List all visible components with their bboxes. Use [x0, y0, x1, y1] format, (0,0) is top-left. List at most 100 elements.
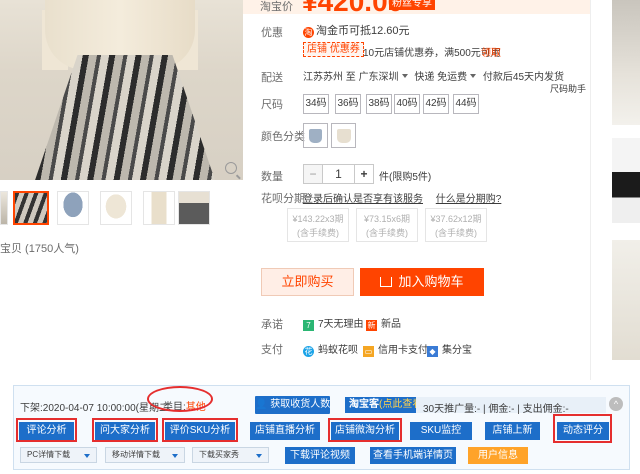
buyer-show-download-select[interactable]: 下载买家秀 — [192, 447, 269, 463]
select-label: PC详情下载 — [27, 450, 71, 459]
delivery-label: 配送 — [261, 72, 283, 84]
promise-item: 新品 — [381, 319, 401, 330]
thumbnail[interactable] — [0, 191, 8, 225]
quantity-plus-button[interactable]: + — [354, 164, 374, 184]
installment-label: 花呗分期 — [261, 193, 305, 205]
coupon-tag: 店铺 优惠券 — [303, 42, 364, 57]
popularity-text: 宝贝 (1750人气) — [0, 243, 79, 255]
download-review-video-button[interactable]: 下载评论视频 — [285, 447, 355, 464]
color-swatch[interactable] — [303, 123, 328, 148]
highlight-box — [16, 418, 77, 442]
chevron-down-icon — [84, 454, 90, 458]
installment-links: 登录后确认是否享有该服务 什么是分期购? — [303, 190, 501, 205]
product-image-detail — [30, 55, 220, 180]
delivery-from: 江苏苏州 至 — [303, 72, 356, 83]
recommendation-image[interactable] — [612, 240, 640, 360]
thumbnail[interactable] — [143, 191, 175, 225]
cart-icon — [380, 277, 393, 287]
sku-monitor-button[interactable]: SKU监控 — [410, 422, 472, 440]
get-buyers-label: 获取收货人数 — [270, 399, 331, 410]
live-stream-analysis-button[interactable]: 店铺直播分析 — [250, 422, 320, 440]
highlight-box — [162, 418, 238, 442]
promise-label: 承诺 — [261, 319, 283, 331]
coin-offer: 淘淘金币可抵12.60元 — [303, 22, 410, 38]
recommendation-image[interactable] — [612, 138, 640, 223]
payment-credit-card: ▭ 信用卡支付 — [363, 341, 428, 357]
what-is-installment-link[interactable]: 什么是分期购? — [436, 194, 502, 205]
promise-item: 7天无理由 — [318, 319, 364, 330]
payment-item: 信用卡支付 — [378, 345, 428, 356]
pc-detail-download-select[interactable]: PC详情下载 — [20, 447, 97, 463]
users-icon: 👤 — [255, 399, 268, 410]
payment-jifenbao: ◆ 集分宝 — [427, 341, 472, 357]
recommendation-image[interactable] — [612, 0, 640, 125]
quantity-limit: 件(限购5件) — [379, 172, 432, 183]
select-label: 下载买家秀 — [199, 450, 239, 459]
buy-now-button[interactable]: 立即购买 — [261, 268, 354, 296]
promise-new: 新新品 — [366, 315, 401, 331]
zoom-icon[interactable] — [225, 162, 237, 174]
thumbnail-list — [0, 191, 210, 231]
plan-fee: (含手续费) — [297, 228, 339, 238]
plan-fee: (含手续费) — [366, 228, 408, 238]
payment-item: 蚂蚁花呗 — [318, 345, 358, 356]
shop-new-button[interactable]: 店铺上新 — [485, 422, 540, 440]
express-select[interactable]: 快递 免运费 — [414, 72, 480, 83]
add-to-cart-button[interactable]: 加入购物车 — [360, 268, 484, 296]
offer-label: 优惠 — [261, 27, 283, 39]
plan-fee: (含手续费) — [435, 228, 477, 238]
jifenbao-icon: ◆ — [427, 346, 438, 357]
view-mobile-detail-button[interactable]: 查看手机端详情页 — [370, 447, 456, 464]
thumbnail[interactable] — [57, 191, 89, 225]
installment-plan[interactable]: ¥37.62x12期 (含手续费) — [425, 208, 487, 242]
payment-item: 集分宝 — [442, 345, 472, 356]
collapse-icon[interactable]: ^ — [609, 397, 623, 411]
chevron-down-icon — [256, 454, 262, 458]
taobaoke-label: 淘宝客 — [349, 399, 379, 410]
size-option[interactable]: 34码 — [303, 94, 329, 114]
login-confirm-link[interactable]: 登录后确认是否享有该服务 — [303, 194, 423, 205]
add-to-cart-label: 加入购物车 — [398, 274, 464, 289]
quantity-label: 数量 — [261, 171, 283, 183]
size-option[interactable]: 40码 — [394, 94, 420, 114]
get-buyers-button[interactable]: 👤 获取收货人数 — [255, 396, 330, 414]
plan-amount: ¥73.15x6期 — [363, 214, 411, 224]
promise-seven-day: 7 7天无理由 — [303, 315, 364, 331]
chevron-down-icon — [172, 454, 178, 458]
quantity-minus-button[interactable]: − — [303, 164, 323, 184]
size-helper-link[interactable]: 尺码助手 — [550, 82, 586, 95]
main-product-image[interactable] — [0, 0, 243, 180]
price-label: 淘宝价 — [260, 1, 293, 13]
installment-plan[interactable]: ¥143.22x3期 (含手续费) — [287, 208, 349, 242]
plan-amount: ¥143.22x3期 — [292, 214, 344, 224]
size-option[interactable]: 38码 — [366, 94, 392, 114]
color-swatch[interactable] — [331, 123, 356, 148]
quantity-input[interactable]: 1 — [322, 164, 355, 184]
thumbnail-active[interactable] — [13, 191, 49, 225]
express-option: 快递 免运费 — [414, 72, 468, 83]
coin-offer-text: 淘金币可抵12.60元 — [316, 25, 410, 37]
highlight-box — [553, 414, 612, 443]
highlight-box — [92, 418, 158, 442]
new-product-icon: 新 — [366, 320, 377, 331]
swatch-image — [337, 129, 351, 143]
plan-amount: ¥37.62x12期 — [430, 214, 482, 224]
mobile-detail-download-select[interactable]: 移动详情下载 — [105, 447, 185, 463]
credit-card-icon: ▭ — [363, 346, 374, 357]
delivery-to-select[interactable]: 广东深圳 — [359, 72, 412, 83]
select-label: 移动详情下载 — [112, 450, 160, 459]
installment-plan[interactable]: ¥73.15x6期 (含手续费) — [356, 208, 418, 242]
thumbnail[interactable] — [178, 191, 210, 225]
delivery-to: 广东深圳 — [358, 72, 399, 83]
size-option[interactable]: 44码 — [453, 94, 479, 114]
payment-label: 支付 — [261, 344, 283, 356]
thumbnail[interactable] — [100, 191, 132, 225]
size-option[interactable]: 36码 — [335, 94, 361, 114]
claim-coupon-link[interactable]: 领取 — [481, 44, 501, 59]
user-info-button[interactable]: 用户信息 — [468, 447, 528, 464]
chevron-down-icon — [470, 74, 477, 78]
huabei-icon: 花 — [303, 346, 314, 357]
size-option[interactable]: 42码 — [423, 94, 449, 114]
seven-day-icon: 7 — [303, 320, 314, 331]
delivery-info: 江苏苏州 至 广东深圳 快递 免运费 付款后45天内发货 — [303, 68, 564, 83]
